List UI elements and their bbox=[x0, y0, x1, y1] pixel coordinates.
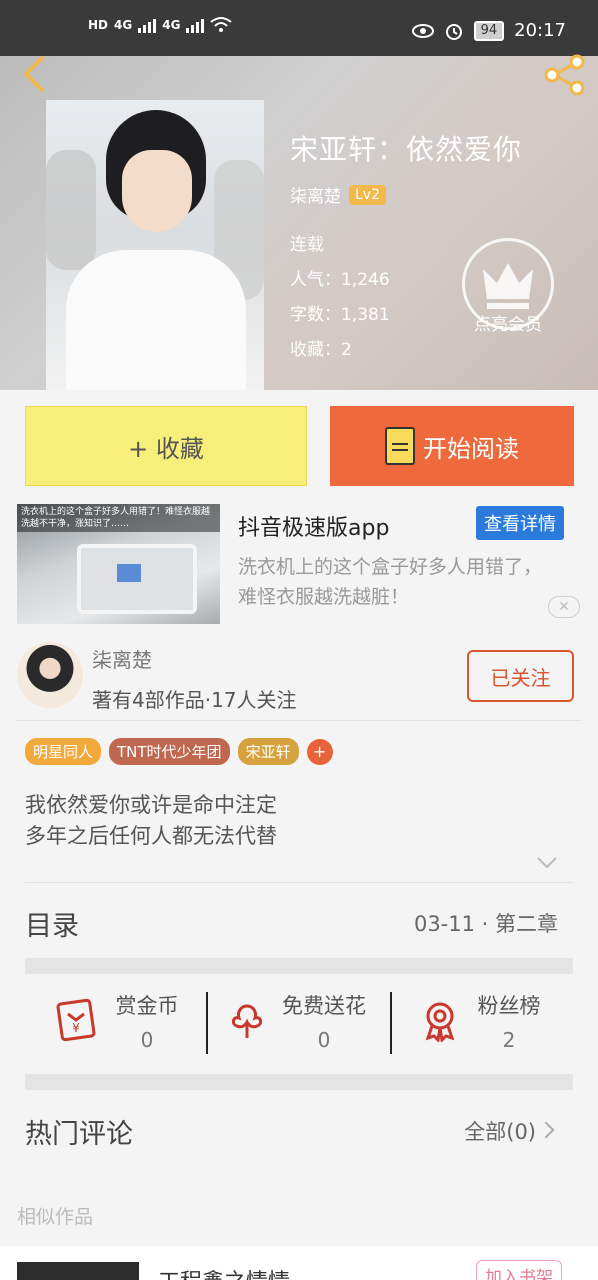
divider bbox=[390, 992, 392, 1054]
book-status: 连载 bbox=[290, 235, 324, 255]
alarm-icon bbox=[445, 23, 462, 40]
follow-button[interactable]: 已关注 bbox=[467, 650, 574, 702]
divider bbox=[206, 992, 208, 1054]
tag-list: 明星同人 TNT时代少年团 宋亚轩 + bbox=[25, 738, 333, 765]
all-comments-link[interactable]: 全部(0) bbox=[464, 1116, 536, 1146]
network-label-2: 4G bbox=[162, 18, 181, 32]
author-name[interactable]: 柒离楚 bbox=[92, 644, 152, 673]
wifi-icon bbox=[210, 17, 233, 32]
send-flower-button[interactable]: 免费送花 0 bbox=[225, 990, 375, 1052]
fan-ranking-button[interactable]: 粉丝榜 2 bbox=[418, 990, 548, 1052]
medal-icon bbox=[425, 1002, 455, 1042]
add-tag-button[interactable]: + bbox=[306, 738, 333, 765]
action-bar: + 收藏 开始阅读 bbox=[0, 390, 598, 502]
vip-button[interactable]: 点亮会员 bbox=[460, 238, 556, 335]
hot-comments-title: 热门评论 bbox=[25, 1119, 133, 1150]
add-to-shelf-button[interactable]: 加入书架 bbox=[476, 1260, 562, 1280]
hot-comments-row[interactable]: 热门评论 全部(0) bbox=[0, 1088, 598, 1168]
stat-value: 0 bbox=[317, 1028, 331, 1052]
ad-close-icon[interactable]: ✕ bbox=[548, 596, 580, 618]
similar-work-cover[interactable] bbox=[17, 1262, 139, 1280]
book-header: HD 4G 4G 94 20:17 宋亚轩：依然爱你 柒离楚 Lv2 连载 人气… bbox=[0, 0, 598, 390]
chevron-right-icon bbox=[537, 1121, 555, 1139]
hd-indicator: HD bbox=[88, 18, 109, 32]
ad-detail-button[interactable]: 查看详情 bbox=[476, 506, 564, 540]
tag-item[interactable]: 明星同人 bbox=[25, 738, 102, 765]
flower-icon bbox=[231, 1004, 263, 1038]
author-meta: 著有4部作品·17人关注 bbox=[92, 688, 297, 712]
status-bar: HD 4G 4G 94 20:17 bbox=[0, 0, 598, 56]
share-icon[interactable] bbox=[542, 54, 588, 96]
ad-banner[interactable]: 洗衣机上的这个盒子好多人用错了！难怪衣服越洗越不干净，涨知识了…… 抖音极速版a… bbox=[0, 502, 598, 632]
book-intro[interactable]: 我依然爱你或许是命中注定 多年之后任何人都无法代替 bbox=[25, 790, 277, 852]
clock: 20:17 bbox=[514, 20, 566, 41]
tag-item[interactable]: 宋亚轩 bbox=[237, 738, 299, 765]
stat-label: 赏金币 bbox=[115, 994, 179, 1018]
book-cover-image[interactable] bbox=[46, 100, 264, 390]
section-separator bbox=[25, 958, 573, 974]
red-envelope-icon: ¥ bbox=[56, 998, 96, 1042]
divider bbox=[25, 882, 573, 883]
reward-coins-button[interactable]: ¥ 赏金币 0 bbox=[50, 990, 190, 1052]
stat-label: 粉丝榜 bbox=[477, 994, 541, 1018]
catalog-row[interactable]: 目录 03-11 · 第二章 bbox=[0, 884, 598, 958]
tag-item[interactable]: TNT时代少年团 bbox=[109, 738, 230, 765]
svg-text:¥: ¥ bbox=[72, 1021, 80, 1035]
ad-thumbnail-caption: 洗衣机上的这个盒子好多人用错了！难怪衣服越洗越不干净，涨知识了…… bbox=[17, 504, 220, 532]
battery-indicator: 94 bbox=[473, 20, 505, 41]
ad-thumbnail[interactable]: 洗衣机上的这个盒子好多人用错了！难怪衣服越洗越不干净，涨知识了…… bbox=[17, 504, 220, 624]
divider bbox=[17, 720, 581, 721]
eye-icon bbox=[411, 23, 434, 38]
interaction-stats: ¥ 赏金币 0 免费送花 0 粉丝榜 2 bbox=[0, 974, 598, 1074]
intro-line: 我依然爱你或许是命中注定 bbox=[25, 793, 277, 817]
stat-value: 2 bbox=[502, 1028, 516, 1052]
catalog-latest-chapter[interactable]: 03-11 · 第二章 bbox=[414, 908, 558, 938]
similar-work-title[interactable]: 工程鑫之情情 bbox=[158, 1264, 290, 1280]
book-author[interactable]: 柒离楚 bbox=[290, 182, 341, 207]
stat-value: 0 bbox=[140, 1028, 154, 1052]
signal-icon bbox=[138, 17, 157, 33]
book-popularity: 人气：1,246 bbox=[290, 270, 390, 290]
intro-line: 多年之后任何人都无法代替 bbox=[25, 824, 277, 848]
vip-label: 点亮会员 bbox=[474, 315, 542, 335]
collect-button[interactable]: + 收藏 bbox=[25, 406, 307, 486]
similar-work-item[interactable]: 工程鑫之情情 加入书架 bbox=[0, 1246, 598, 1280]
book-word-count: 字数：1,381 bbox=[290, 305, 390, 325]
network-label: 4G bbox=[114, 18, 133, 32]
similar-works-title: 相似作品 bbox=[17, 1206, 94, 1228]
book-title: 宋亚轩：依然爱你 bbox=[290, 133, 523, 166]
start-reading-label: 开始阅读 bbox=[423, 434, 519, 463]
catalog-title: 目录 bbox=[25, 911, 79, 942]
ad-description[interactable]: 洗衣机上的这个盒子好多人用错了，难怪衣服越洗越脏！ bbox=[238, 552, 558, 612]
author-level-badge: Lv2 bbox=[349, 184, 386, 205]
avatar[interactable] bbox=[17, 642, 83, 708]
chevron-down-icon[interactable] bbox=[536, 856, 558, 870]
book-icon bbox=[385, 427, 415, 465]
signal-icon-2 bbox=[186, 17, 205, 33]
stat-label: 免费送花 bbox=[282, 994, 366, 1018]
book-favorites: 收藏：2 bbox=[290, 340, 352, 360]
author-card[interactable]: 柒离楚 著有4部作品·17人关注 已关注 bbox=[0, 632, 598, 720]
start-reading-button[interactable]: 开始阅读 bbox=[330, 406, 574, 486]
back-icon[interactable] bbox=[16, 54, 52, 94]
ad-title[interactable]: 抖音极速版app bbox=[238, 510, 389, 542]
